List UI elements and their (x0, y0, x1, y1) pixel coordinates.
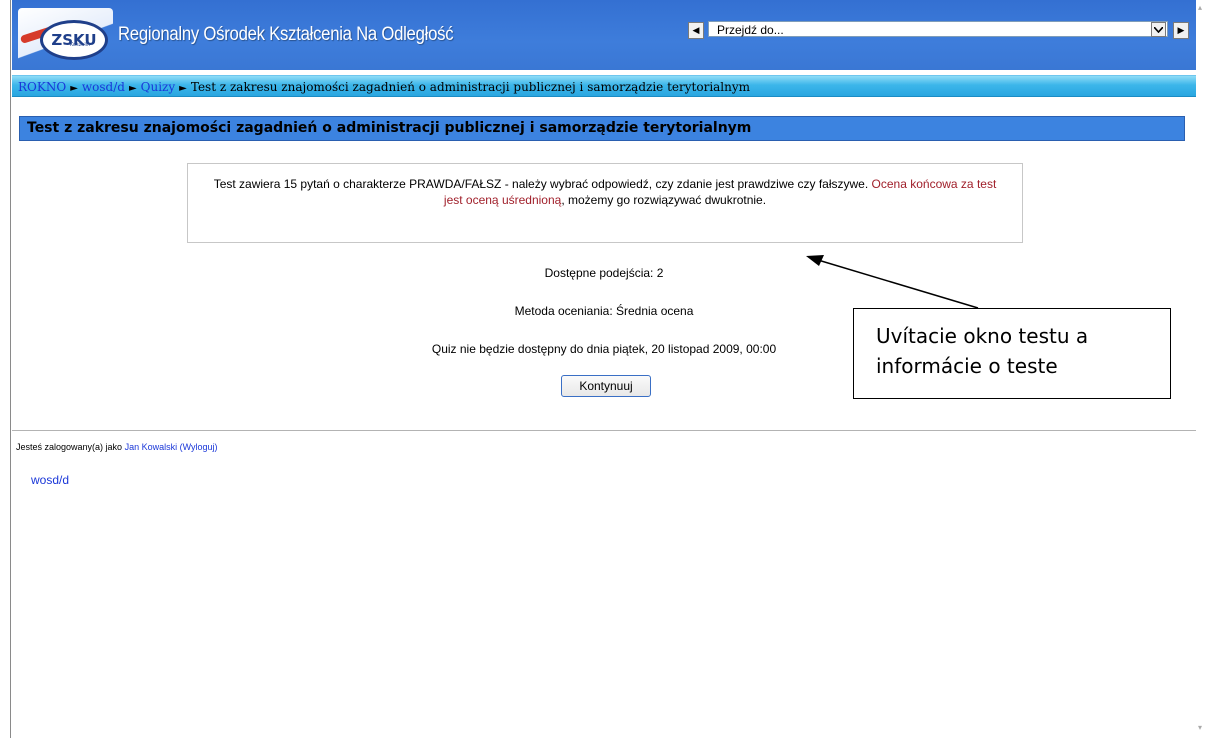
quiz-intro-box: Test zawiera 15 pytań o charakterze PRAW… (187, 163, 1023, 243)
window-frame-right: ▴ ▾ (1196, 0, 1208, 738)
breadcrumb-separator-icon: ► (128, 83, 137, 94)
jump-next-button[interactable]: ▶ (1173, 22, 1189, 39)
window-frame-left (0, 0, 11, 738)
logout-link[interactable]: (Wyloguj) (180, 442, 218, 452)
site-header: ZSKU Koszalin Regionalny Ośrodek Kształc… (12, 0, 1196, 70)
triangle-right-icon: ▶ (1177, 25, 1185, 36)
triangle-left-icon: ◀ (692, 25, 700, 36)
quiz-intro-text: Test zawiera 15 pytań o charakterze PRAW… (213, 177, 869, 191)
user-profile-link[interactable]: Jan Kowalski (125, 442, 178, 452)
callout-line-1: Uvítacie okno testu a (876, 324, 1089, 348)
breadcrumb-separator-icon: ► (70, 83, 78, 94)
continue-button[interactable]: Kontynuuj (561, 375, 651, 397)
breadcrumb-item-current: Test z zakresu znajomości zagadnień o ad… (190, 80, 751, 94)
callout-line-2: informácie o teste (876, 354, 1058, 378)
breadcrumb-separator-icon: ► (179, 83, 187, 94)
footer-divider (12, 430, 1196, 431)
course-home-link[interactable]: wosd/d (31, 473, 69, 487)
page-title: Test z zakresu znajomości zagadnień o ad… (19, 116, 1185, 141)
site-title: Regionalny Ośrodek Kształcenia Na Odległ… (118, 24, 454, 45)
annotation-callout: Uvítacie okno testu a informácie o teste (853, 308, 1171, 399)
chevron-down-icon[interactable] (1151, 22, 1166, 37)
jump-to-value: Przejdź do... (717, 23, 784, 37)
breadcrumb-item-course[interactable]: wosd/d (82, 80, 125, 94)
scrollbar-top-marker: ▴ (1198, 3, 1203, 12)
attempts-allowed: Dostępne podejścia: 2 (544, 266, 664, 280)
login-prefix: Jesteś zalogowany(a) jako (16, 442, 123, 452)
site-logo[interactable]: ZSKU (40, 20, 108, 60)
login-info: Jesteś zalogowany(a) jako Jan Kowalski (… (16, 442, 218, 452)
jump-to-select[interactable]: Przejdź do... (708, 21, 1168, 37)
scrollbar-bottom-marker: ▾ (1198, 723, 1203, 732)
jump-prev-button[interactable]: ◀ (688, 22, 704, 39)
breadcrumb-item-home[interactable]: ROKNO (18, 80, 66, 94)
breadcrumb: ROKNO ► wosd/d ► Quizy ► Test z zakresu znajom… (12, 75, 1196, 97)
logo-subtext: Koszalin (70, 42, 91, 48)
breadcrumb-item-quizzes[interactable]: Quizy (141, 80, 176, 94)
quiz-intro-tail: , możemy go rozwiązywać dwukrotnie. (561, 193, 767, 207)
